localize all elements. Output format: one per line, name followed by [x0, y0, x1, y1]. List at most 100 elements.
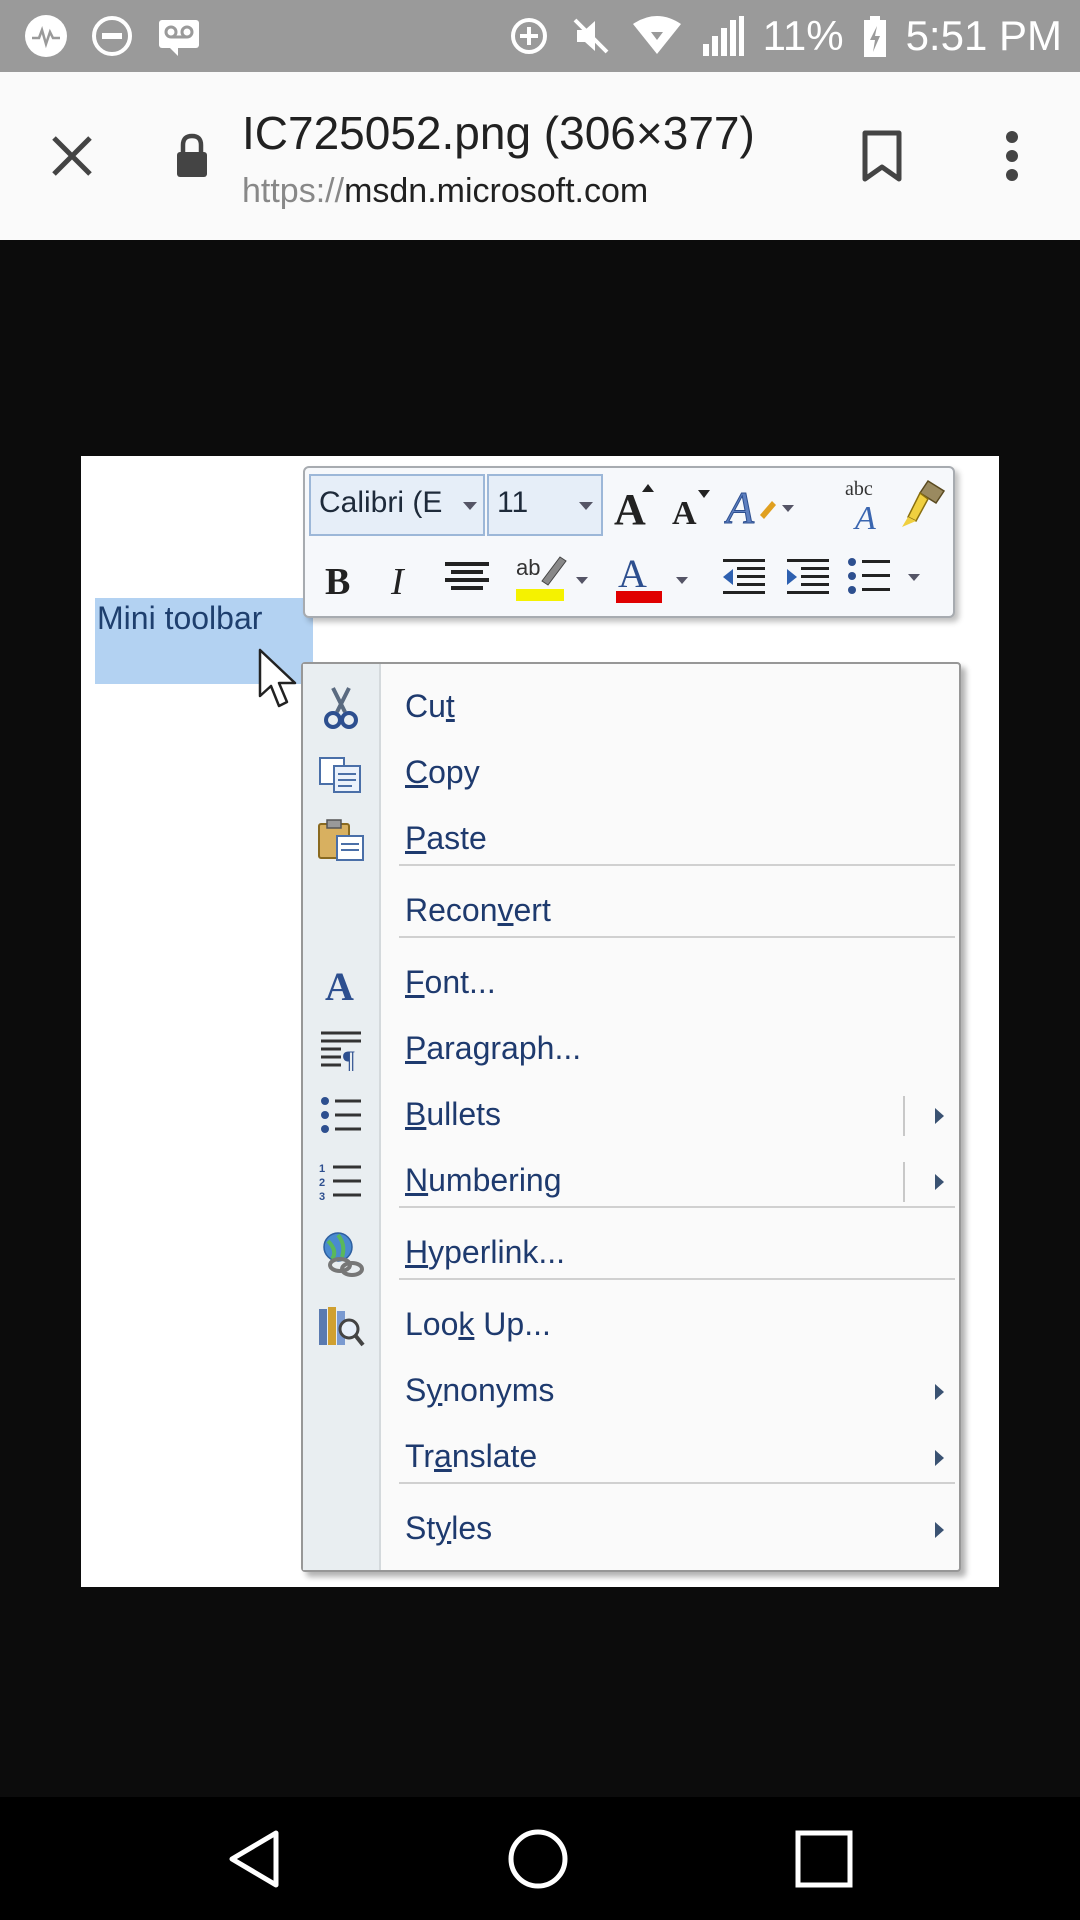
svg-text:3: 3 — [319, 1191, 325, 1203]
menu-separator — [399, 1482, 955, 1484]
chevron-down-icon — [579, 502, 593, 510]
paragraph-icon: ¶ — [317, 1026, 365, 1074]
battery-percent: 11% — [762, 12, 844, 59]
menu-item-label: Bullets — [405, 1096, 502, 1132]
page-title: IC725052.png (306×377) — [242, 107, 755, 159]
home-button[interactable] — [498, 1823, 578, 1895]
svg-text:ab: ab — [516, 555, 540, 580]
mouse-pointer-icon — [258, 648, 297, 708]
image-viewer[interactable]: Mini toolbar Calibri (E 11 A A A abc A B… — [0, 240, 1080, 1797]
menu-item-copy[interactable]: Copy — [303, 744, 959, 804]
menu-item-label: Synonyms — [405, 1372, 555, 1408]
menu-item-paragraph[interactable]: ¶ Paragraph... — [303, 1020, 959, 1080]
svg-text:1: 1 — [319, 1163, 325, 1175]
menu-item-look-up[interactable]: Look Up... — [303, 1296, 959, 1356]
context-menu: Cut Copy Paste Reconvert A Font... ¶ Par… — [301, 662, 961, 1572]
decrease-indent-button[interactable] — [717, 556, 769, 600]
lookup-icon — [317, 1302, 365, 1350]
paste-icon — [317, 816, 365, 864]
wifi-icon — [632, 16, 681, 54]
back-button[interactable] — [214, 1825, 294, 1893]
menu-item-bullets[interactable]: Bullets — [303, 1086, 959, 1146]
scissors-icon — [317, 684, 365, 732]
menu-item-label: Styles — [405, 1510, 493, 1546]
split-divider — [903, 1162, 905, 1202]
bookmark-icon — [862, 130, 902, 182]
quick-styles-icon: A — [724, 482, 794, 531]
align-center-icon — [445, 562, 489, 590]
decrease-indent-icon — [723, 559, 765, 594]
do-not-disturb-icon — [92, 16, 132, 56]
chevron-down-icon — [463, 502, 477, 510]
text-highlight-button[interactable]: ab — [513, 548, 593, 606]
menu-item-paste[interactable]: Paste — [303, 810, 959, 870]
svg-text:abc: abc — [845, 478, 873, 500]
mute-icon — [573, 18, 609, 54]
menu-item-label: Hyperlink... — [405, 1234, 566, 1270]
lock-indicator[interactable] — [166, 126, 218, 186]
home-circle-icon — [508, 1829, 568, 1889]
menu-separator — [399, 936, 955, 938]
viewed-image: Mini toolbar Calibri (E 11 A A A abc A B… — [81, 456, 999, 1587]
menu-item-synonyms[interactable]: Synonyms — [303, 1362, 959, 1422]
increase-indent-button[interactable] — [781, 556, 833, 600]
bullets-icon — [848, 558, 920, 594]
menu-item-numbering[interactable]: 1 2 3 Numbering — [303, 1152, 959, 1212]
format-painter-button[interactable] — [897, 476, 949, 532]
voicemail-icon — [159, 20, 199, 56]
submenu-arrow-icon — [935, 1384, 944, 1400]
submenu-arrow-icon — [935, 1450, 944, 1466]
page-url[interactable]: https://msdn.microsoft.com — [242, 172, 648, 211]
battery-icon — [863, 16, 886, 57]
shrink-font-icon: A — [672, 490, 710, 530]
menu-item-label: Look Up... — [405, 1306, 551, 1342]
submenu-arrow-icon — [935, 1522, 944, 1538]
menu-item-label: Translate — [405, 1438, 538, 1474]
bullets-icon — [317, 1092, 365, 1140]
menu-item-label: Cut — [405, 688, 455, 724]
bold-button[interactable]: B — [317, 552, 361, 604]
font-name-box[interactable]: Calibri (E — [309, 474, 485, 536]
grow-font-button[interactable]: A — [611, 478, 661, 532]
svg-text:¶: ¶ — [343, 1046, 355, 1071]
copy-icon — [317, 750, 365, 798]
url-host: msdn.microsoft.com — [344, 172, 649, 210]
bookmark-button[interactable] — [852, 124, 912, 188]
menu-item-reconvert[interactable]: Reconvert — [303, 882, 959, 942]
more-options-button[interactable] — [990, 120, 1034, 192]
center-align-button[interactable] — [441, 556, 493, 600]
menu-item-label: Reconvert — [405, 892, 551, 928]
italic-button[interactable]: I — [381, 552, 421, 604]
submenu-arrow-icon[interactable] — [935, 1108, 944, 1124]
svg-text:B: B — [325, 561, 350, 600]
menu-item-font[interactable]: A Font... — [303, 954, 959, 1014]
close-icon — [52, 136, 92, 176]
svg-text:A: A — [724, 482, 755, 531]
close-button[interactable] — [36, 120, 108, 192]
menu-item-hyperlink[interactable]: Hyperlink... — [303, 1224, 959, 1284]
recents-button[interactable] — [784, 1825, 864, 1893]
font-color-button[interactable]: A — [613, 548, 693, 606]
split-divider — [903, 1096, 905, 1136]
font-size-box[interactable]: 11 — [487, 474, 603, 536]
menu-item-cut[interactable]: Cut — [303, 678, 959, 738]
font-color-icon: A — [616, 551, 688, 603]
url-scheme: https:// — [242, 172, 345, 210]
styles-gallery-button[interactable]: A — [723, 478, 799, 532]
highlighter-icon: ab — [516, 555, 588, 601]
bullets-dropdown-button[interactable] — [845, 552, 935, 604]
font-name-value: Calibri (E — [319, 486, 443, 519]
clear-formatting-button[interactable]: abc A — [843, 474, 893, 534]
menu-item-styles[interactable]: Styles — [303, 1500, 959, 1560]
font-icon: A — [317, 960, 365, 1008]
menu-separator — [399, 1206, 955, 1208]
shrink-font-button[interactable]: A — [667, 478, 715, 532]
svg-text:A: A — [325, 964, 354, 1004]
menu-item-label: Numbering — [405, 1162, 562, 1198]
clock: 5:51 PM — [905, 12, 1062, 59]
app-bar: IC725052.png (306×377) https://msdn.micr… — [0, 72, 1080, 240]
menu-item-translate[interactable]: Translate — [303, 1428, 959, 1488]
submenu-arrow-icon[interactable] — [935, 1174, 944, 1190]
svg-text:A: A — [672, 495, 697, 530]
svg-text:A: A — [853, 500, 876, 533]
